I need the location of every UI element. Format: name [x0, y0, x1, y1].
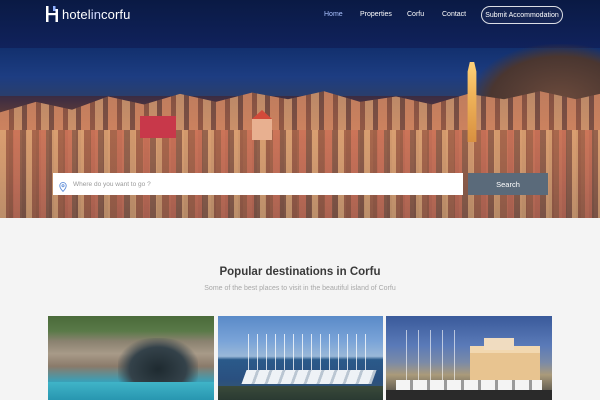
brand-name: hotelincorfu	[62, 6, 131, 22]
card-boats-image	[396, 380, 542, 390]
nav-item-home[interactable]: Home	[324, 11, 343, 18]
brand-logo[interactable]: hotelincorfu	[46, 6, 130, 22]
card-masts-image	[406, 330, 466, 380]
destinations-title: Popular destinations in Corfu	[219, 266, 381, 278]
search-box	[53, 173, 463, 195]
card-water-image	[48, 382, 214, 400]
destinations-subtitle: Some of the best places to visit in the …	[204, 285, 396, 292]
card-building-image	[470, 346, 540, 382]
hero-red-house	[140, 116, 176, 138]
destination-card-1[interactable]	[48, 316, 214, 400]
destination-card-3[interactable]	[386, 316, 552, 400]
destination-search-input[interactable]	[73, 174, 453, 194]
card-ground-image	[386, 390, 552, 400]
map-pin-icon	[59, 179, 67, 193]
submit-accommodation-button[interactable]: Submit Accommodation	[481, 6, 563, 24]
top-nav: hotelincorfu Home Properties Corfu Conta…	[0, 0, 600, 32]
search-bar: Search	[53, 173, 548, 195]
card-building-top-image	[484, 338, 514, 350]
card-land-image	[218, 386, 383, 400]
card-masts-image	[248, 334, 368, 374]
nav-item-properties[interactable]: Properties	[360, 11, 392, 18]
search-button[interactable]: Search	[468, 173, 548, 195]
nav-item-corfu[interactable]: Corfu	[407, 11, 424, 18]
card-boats-image	[241, 370, 377, 384]
hotel-logo-icon	[46, 6, 58, 22]
nav-item-contact[interactable]: Contact	[442, 11, 466, 18]
destination-card-2[interactable]	[218, 316, 383, 400]
